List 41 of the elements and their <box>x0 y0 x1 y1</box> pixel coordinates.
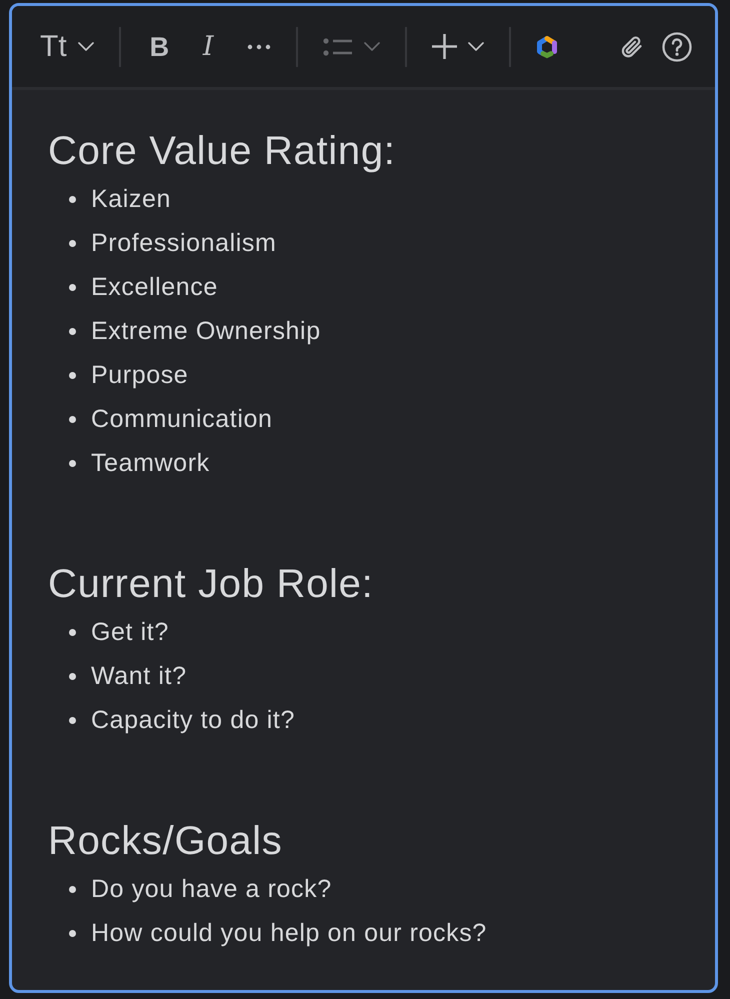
bullet-icon <box>69 328 76 334</box>
bullet-icon <box>69 460 76 466</box>
list-item-text: Extreme Ownership <box>91 316 321 346</box>
plus-icon <box>432 34 458 59</box>
bold-button[interactable]: B <box>150 30 170 64</box>
list-item-text: Communication <box>91 404 272 434</box>
text-style-button[interactable]: Tt <box>40 30 94 64</box>
bullet-icon <box>69 930 76 936</box>
section-heading: Current Job Role: <box>48 561 374 608</box>
italic-button[interactable]: I <box>200 30 216 64</box>
ai-button[interactable] <box>536 34 558 58</box>
list-item-text: Teamwork <box>91 448 210 478</box>
more-icon <box>247 44 272 50</box>
attach-button[interactable] <box>620 34 644 58</box>
bullet-icon <box>69 240 76 246</box>
bullet-icon <box>69 416 76 422</box>
more-button[interactable] <box>247 44 272 50</box>
bullet-icon <box>69 628 76 636</box>
list-item-text: Kaizen <box>91 184 172 214</box>
bullet-icon <box>69 196 76 202</box>
list-item-text: Get it? <box>91 617 169 647</box>
list-item-text: Professionalism <box>91 228 276 258</box>
insert-button[interactable] <box>432 34 484 59</box>
bullet-icon <box>69 716 76 724</box>
bullet-icon <box>69 372 76 378</box>
list-item-text: How could you help on our rocks? <box>91 918 487 948</box>
bullet-icon <box>69 672 76 680</box>
help-icon <box>662 32 692 62</box>
bullet-icon <box>69 886 76 892</box>
list-item-text: Do you have a rock? <box>91 874 332 904</box>
section-heading: Rocks/Goals <box>48 818 284 865</box>
hexagon-logo-icon <box>536 34 558 58</box>
help-button[interactable] <box>662 32 692 62</box>
paperclip-icon <box>620 34 644 58</box>
bullet-icon <box>69 284 76 290</box>
list-item-text: Purpose <box>91 360 188 390</box>
list-item-text: Capacity to do it? <box>91 705 295 735</box>
list-icon <box>323 36 354 56</box>
list-item-text: Want it? <box>91 661 187 691</box>
section-heading: Core Value Rating: <box>48 128 397 175</box>
list-item-text: Excellence <box>91 272 218 302</box>
